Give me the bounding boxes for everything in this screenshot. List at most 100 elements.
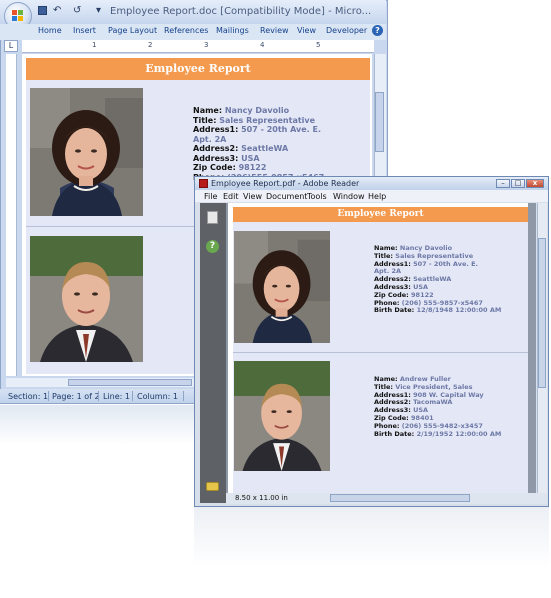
employee-title: Sales Representative xyxy=(219,115,316,125)
field-label: Address3: xyxy=(193,153,239,163)
employee-photo xyxy=(30,88,143,216)
customize-toolbar-icon[interactable]: ▾ xyxy=(96,5,101,16)
field-label: Address2: xyxy=(374,398,411,407)
field-label: Zip Code: xyxy=(374,290,409,299)
employee-zip: 98401 xyxy=(411,413,434,422)
employee-address3: USA xyxy=(413,282,429,291)
employee-photo xyxy=(30,236,143,362)
employee-photo xyxy=(234,231,330,343)
office-logo-icon xyxy=(12,10,24,22)
employee-title: Vice President, Sales xyxy=(395,382,473,391)
field-label: Address1: xyxy=(374,259,411,268)
comments-icon[interactable] xyxy=(206,482,219,491)
status-section: Section: 1 xyxy=(8,392,49,401)
ruler-mark: 1 xyxy=(92,41,97,49)
field-label: Address1: xyxy=(374,390,411,399)
field-label: Title: xyxy=(193,115,217,125)
status-divider xyxy=(48,391,49,401)
employee-address2: SeattleWA xyxy=(241,144,289,153)
employee-record: Name: Nancy Davolio Title: Sales Represe… xyxy=(193,106,324,182)
employee-name: Nancy Davolio xyxy=(399,244,453,252)
close-button[interactable]: x xyxy=(526,179,544,188)
field-label: Address3: xyxy=(374,406,411,415)
tab-view[interactable]: View xyxy=(297,26,316,35)
vertical-scroll-thumb[interactable] xyxy=(375,92,384,152)
field-label: Name: xyxy=(374,244,398,252)
ruler-mark: 5 xyxy=(316,41,321,49)
employee-address3: USA xyxy=(241,153,260,163)
field-label: Birth Date: xyxy=(374,306,415,315)
field-label: Address2: xyxy=(193,144,239,153)
employee-photo xyxy=(234,361,330,471)
vertical-scroll-thumb[interactable] xyxy=(538,238,546,388)
save-icon[interactable] xyxy=(38,6,47,15)
help-icon[interactable]: ? xyxy=(372,25,383,36)
menu-help[interactable]: Help xyxy=(368,192,386,201)
field-label: Name: xyxy=(374,375,398,383)
menu-document[interactable]: Document xyxy=(266,192,307,201)
horizontal-scroll-thumb[interactable] xyxy=(68,379,192,386)
tab-selector[interactable]: L xyxy=(4,40,18,52)
employee-zip: 98122 xyxy=(238,163,267,172)
employee-address1: 507 - 20th Ave. E. xyxy=(241,125,322,134)
horizontal-ruler[interactable]: 1 2 3 4 5 xyxy=(22,40,374,53)
pdf-icon xyxy=(199,179,208,188)
minimize-button[interactable]: – xyxy=(496,179,510,188)
field-label: Title: xyxy=(374,251,394,260)
tab-developer[interactable]: Developer xyxy=(326,26,367,35)
record-divider xyxy=(233,352,528,353)
menu-edit[interactable]: Edit xyxy=(223,192,239,201)
employee-address1: 507 - 20th Ave. E. xyxy=(413,259,478,268)
ruler-mark: 2 xyxy=(148,41,153,49)
tab-mailings[interactable]: Mailings xyxy=(216,26,249,35)
field-label: Name: xyxy=(193,106,223,115)
menu-view[interactable]: View xyxy=(243,192,262,201)
employee-birth-date: 12/8/1948 12:00:00 AM xyxy=(416,306,502,315)
employee-zip: 98122 xyxy=(411,290,434,299)
employee-phone: (206) 555-9857-x5467 xyxy=(401,298,483,307)
field-label: Address2: xyxy=(374,275,411,284)
employee-name: Andrew Fuller xyxy=(399,375,451,383)
tab-page-layout[interactable]: Page Layout xyxy=(108,26,157,35)
tab-insert[interactable]: Insert xyxy=(73,26,96,35)
employee-address1: 908 W. Capital Way xyxy=(413,390,484,399)
field-label: Birth Date: xyxy=(374,429,415,438)
employee-address2: TacomaWA xyxy=(413,398,453,407)
status-divider xyxy=(98,391,99,401)
employee-phone: (206) 555-9482-x3457 xyxy=(401,421,483,430)
employee-address3: USA xyxy=(413,406,429,415)
employee-record: Name: Nancy Davolio Title: Sales Represe… xyxy=(374,244,502,315)
status-page[interactable]: Page: 1 of 2 xyxy=(52,392,100,401)
page-size: 8.50 x 11.00 in xyxy=(235,494,288,502)
ruler-mark: 3 xyxy=(204,41,209,49)
help-icon[interactable]: ? xyxy=(206,240,219,253)
field-label: Phone: xyxy=(374,421,400,430)
menu-file[interactable]: File xyxy=(204,192,217,201)
vertical-ruler[interactable] xyxy=(6,54,17,376)
report-header: Employee Report xyxy=(233,207,528,222)
field-label: Address3: xyxy=(374,282,411,291)
menu-tools[interactable]: Tools xyxy=(307,192,327,201)
tab-review[interactable]: Review xyxy=(260,26,289,35)
status-column: Column: 1 xyxy=(137,392,178,401)
window-reflection xyxy=(194,507,549,567)
employee-record: Name: Andrew Fuller Title: Vice Presiden… xyxy=(374,375,502,438)
employee-address1-cont: Apt. 2A xyxy=(193,134,227,144)
status-divider xyxy=(183,391,184,401)
employee-address2: SeattleWA xyxy=(413,275,452,284)
report-header: Employee Report xyxy=(26,58,370,80)
field-label: Phone: xyxy=(374,298,400,307)
redo-icon[interactable]: ↺ xyxy=(73,5,81,16)
tab-references[interactable]: References xyxy=(164,26,208,35)
pages-icon[interactable] xyxy=(207,211,218,224)
employee-title: Sales Representative xyxy=(395,251,474,260)
status-line: Line: 1 xyxy=(103,392,130,401)
undo-icon[interactable]: ↶ xyxy=(53,5,61,16)
employee-address1-cont: Apt. 2A xyxy=(374,267,402,276)
horizontal-scroll-thumb[interactable] xyxy=(330,494,470,502)
maximize-button[interactable]: □ xyxy=(511,179,525,188)
menu-window[interactable]: Window xyxy=(333,192,365,201)
field-label: Zip Code: xyxy=(193,163,236,172)
tab-home[interactable]: Home xyxy=(38,26,62,35)
employee-birth-date: 2/19/1952 12:00:00 AM xyxy=(416,429,502,438)
